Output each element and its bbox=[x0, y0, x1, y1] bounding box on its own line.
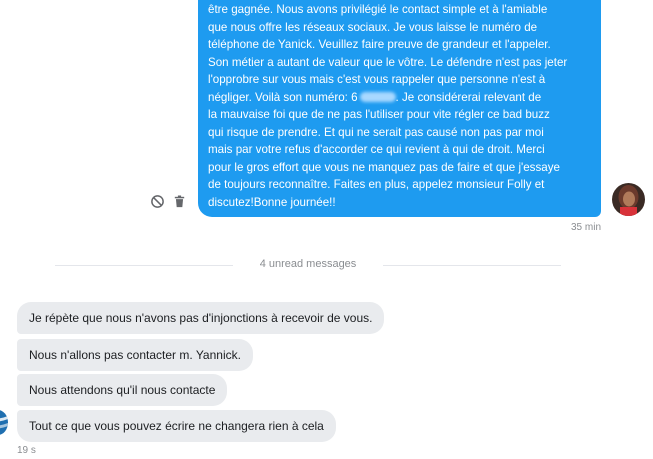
received-message-bubble[interactable]: Nous attendons qu'il nous contacte bbox=[17, 374, 228, 406]
received-message-time: 19 s bbox=[17, 445, 36, 456]
received-message-bubble[interactable]: Tout ce que vous pouvez écrire ne change… bbox=[17, 410, 336, 442]
received-message-bubble[interactable]: Je répète que nous n'avons pas d'injonct… bbox=[17, 302, 385, 334]
unread-messages-label: 4 unread messages bbox=[259, 258, 357, 270]
user-avatar-image bbox=[612, 183, 645, 216]
message-actions bbox=[150, 194, 187, 209]
divider-line-right bbox=[383, 265, 561, 266]
received-message-bubble[interactable]: Nous n'allons pas contacter m. Yannick. bbox=[17, 339, 253, 371]
sent-message-text: être gagnée. Nous avons privilégié le co… bbox=[208, 3, 568, 209]
redacted-phone-number bbox=[359, 91, 396, 102]
sent-message-time: 35 min bbox=[570, 222, 601, 233]
trash-icon[interactable] bbox=[172, 194, 187, 209]
sender-avatar-image bbox=[0, 410, 8, 435]
unread-divider: 4 unread messages bbox=[55, 258, 561, 272]
block-icon[interactable] bbox=[150, 194, 165, 209]
sent-message-bubble[interactable]: être gagnée. Nous avons privilégié le co… bbox=[198, 0, 601, 217]
avatar[interactable] bbox=[612, 183, 645, 216]
sender-avatar[interactable] bbox=[0, 410, 8, 435]
